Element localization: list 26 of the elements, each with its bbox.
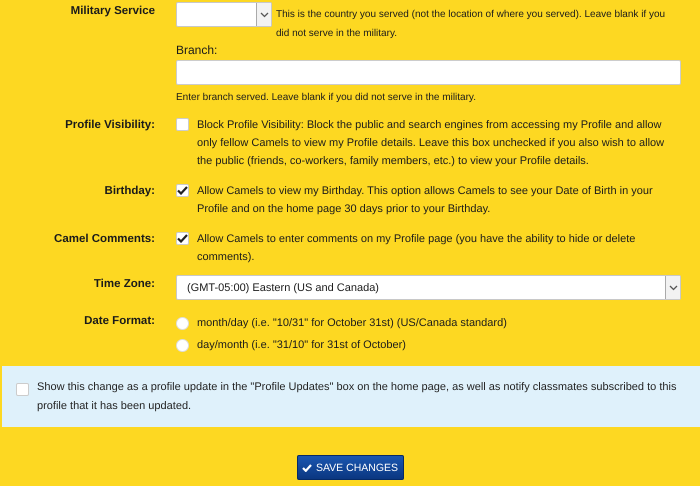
- field-label: Military Service: [70, 4, 155, 19]
- option-text: Show this change as a profile update in the "Profile Updates" box on the home page, as well as notify classmates subscribed to this profile that it has been updated.: [37, 380, 678, 414]
- option-text: Allow Camels to view my Birthday. This option allows Camels to see your Date of Birth in your Profile and on the home page 30 days prior to your Birthday.: [197, 184, 654, 217]
- field-label: Date Format:: [83, 314, 155, 329]
- time-zone-select[interactable]: (GMT-05:00) Eastern (US and Canada): [176, 275, 681, 300]
- field-label: Time Zone:: [92, 277, 155, 292]
- option-text: Allow Camels to enter comments on my Profile page (you have the ability to hide or delete comments).: [197, 232, 636, 265]
- hint-text: Enter branch served. Leave blank if you did not serve in the military.: [176, 91, 477, 104]
- check-icon: [302, 464, 312, 472]
- checkbox[interactable]: [176, 118, 189, 131]
- field-label: Profile Visibility:: [64, 118, 155, 133]
- save-button[interactable]: SAVE CHANGES: [296, 455, 404, 480]
- option-text: month/day (i.e. "10/31" for October 31st) (US/Canada standard): [197, 316, 507, 331]
- branch-input[interactable]: [176, 60, 681, 85]
- checkbox[interactable]: [16, 383, 29, 396]
- hint-text: This is the country you served (not the location of where you served). Leave blank if you did not serve in the military.: [276, 8, 666, 41]
- branch-label: Branch:: [176, 43, 218, 58]
- option-text: day/month (i.e. "31/10" for 31st of October): [197, 338, 406, 353]
- radio-button[interactable]: [176, 316, 189, 330]
- country-select[interactable]: [176, 2, 272, 27]
- checkbox[interactable]: [176, 184, 189, 197]
- radio-button[interactable]: [176, 338, 189, 352]
- field-label: Birthday:: [104, 184, 155, 199]
- field-label: Camel Comments:: [53, 232, 155, 247]
- option-text: Block Profile Visibility: Block the public and search engines from accessing my Profile and allow only fellow Camels to view my Profile details. Leave this box unchecked if you also wish to allow the public (friends, co-workers, family members, etc.) to view your Profile details.: [197, 118, 666, 169]
- checkbox[interactable]: [176, 232, 189, 245]
